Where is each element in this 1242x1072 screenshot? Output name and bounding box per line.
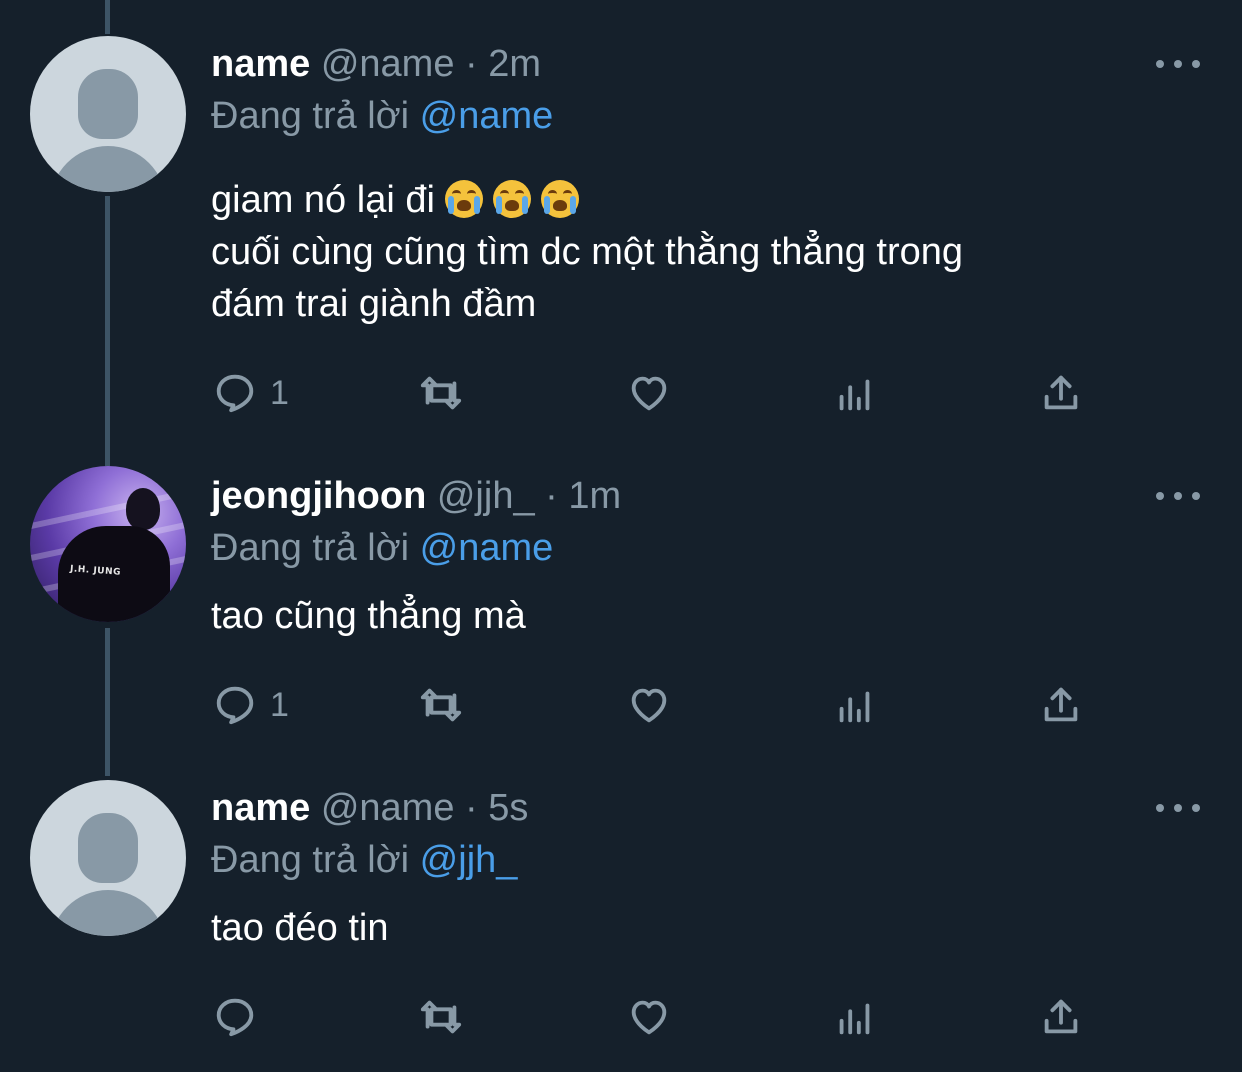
- tweet[interactable]: J.H. JUNG jeongjihoon @jjh_ · 1m Đang tr…: [0, 466, 1242, 766]
- reply-button[interactable]: 1: [212, 680, 289, 730]
- reply-count: 1: [270, 685, 289, 724]
- tweet[interactable]: name @name · 5s Đang trả lời @jjh_ tao đ…: [0, 780, 1242, 1072]
- share-button[interactable]: [1038, 992, 1084, 1042]
- separator-dot: ·: [465, 43, 478, 85]
- share-icon: [1044, 999, 1078, 1034]
- loudly-crying-face-icon: [444, 180, 483, 218]
- avatar-photo-figure: [126, 488, 160, 530]
- reply-button[interactable]: 1: [212, 368, 289, 418]
- tweet-text-line: giam nó lại đi: [211, 174, 1191, 226]
- like-button[interactable]: [626, 368, 672, 418]
- tweet-text-line: đám trai giành đầm: [211, 283, 537, 325]
- timestamp[interactable]: 2m: [488, 43, 541, 85]
- share-icon: [1044, 375, 1078, 410]
- display-name[interactable]: name: [211, 43, 310, 85]
- share-button[interactable]: [1038, 680, 1084, 730]
- reply-icon: [216, 374, 254, 413]
- tweet-text: giam nó lại đi cuối cùng cũng tìm dc một…: [211, 174, 1191, 330]
- tweet-text-line: tao đéo tin: [211, 907, 389, 949]
- tweet-actions: [212, 992, 1092, 1042]
- mention-link[interactable]: @name: [420, 95, 554, 137]
- mention-link[interactable]: @name: [420, 527, 554, 569]
- replying-to: Đang trả lời @name: [211, 526, 553, 570]
- more-options-icon[interactable]: [1156, 486, 1200, 506]
- analytics-icon: [839, 1003, 870, 1035]
- retweet-button[interactable]: [418, 992, 464, 1042]
- like-button[interactable]: [626, 992, 672, 1042]
- tweet-header: name @name · 5s: [211, 786, 528, 830]
- mention-link[interactable]: @jjh_: [420, 839, 518, 881]
- analytics-button[interactable]: [832, 992, 878, 1042]
- reply-icon: [216, 998, 254, 1037]
- loudly-crying-face-icon: [492, 180, 531, 218]
- display-name[interactable]: jeongjihoon: [211, 475, 426, 517]
- avatar[interactable]: J.H. JUNG: [30, 466, 186, 622]
- tweet-text-line: tao cũng thẳng mà: [211, 595, 526, 637]
- avatar[interactable]: [30, 36, 186, 192]
- timestamp[interactable]: 5s: [488, 787, 528, 829]
- replying-to: Đang trả lời @name: [211, 94, 553, 138]
- replying-label: Đang trả lời: [211, 839, 410, 881]
- tweet-header: name @name · 2m: [211, 42, 541, 86]
- retweet-button[interactable]: [418, 680, 464, 730]
- analytics-button[interactable]: [832, 680, 878, 730]
- tweet-actions: 1: [212, 368, 1092, 418]
- more-options-icon[interactable]: [1156, 54, 1200, 74]
- user-handle[interactable]: @jjh_: [437, 475, 535, 517]
- analytics-button[interactable]: [832, 368, 878, 418]
- tweet-actions: 1: [212, 680, 1092, 730]
- more-options-icon[interactable]: [1156, 798, 1200, 818]
- conversation-thread: name @name · 2m Đang trả lời @name giam …: [0, 0, 1242, 1072]
- avatar[interactable]: [30, 780, 186, 936]
- tweet[interactable]: name @name · 2m Đang trả lời @name giam …: [0, 0, 1242, 432]
- separator-dot: ·: [545, 475, 558, 517]
- like-icon: [631, 688, 667, 723]
- retweet-icon: [420, 376, 462, 410]
- analytics-icon: [839, 691, 870, 723]
- analytics-icon: [839, 379, 870, 411]
- timestamp[interactable]: 1m: [568, 475, 621, 517]
- reply-icon: [216, 686, 254, 725]
- replying-to: Đang trả lời @jjh_: [211, 838, 517, 882]
- reply-button[interactable]: [212, 992, 270, 1042]
- default-avatar-head: [78, 813, 138, 883]
- like-icon: [631, 1000, 667, 1035]
- share-icon: [1044, 687, 1078, 722]
- tweet-header: jeongjihoon @jjh_ · 1m: [211, 474, 621, 518]
- retweet-icon: [420, 1000, 462, 1034]
- user-handle[interactable]: @name: [321, 43, 455, 85]
- loudly-crying-face-icon: [540, 180, 579, 218]
- retweet-icon: [420, 688, 462, 722]
- default-avatar-head: [78, 69, 138, 139]
- default-avatar-body: [50, 146, 166, 192]
- display-name[interactable]: name: [211, 787, 310, 829]
- like-icon: [631, 376, 667, 411]
- tweet-text: tao cũng thẳng mà: [211, 590, 1191, 642]
- replying-label: Đang trả lời: [211, 95, 410, 137]
- retweet-button[interactable]: [418, 368, 464, 418]
- tweet-text-line: cuối cùng cũng tìm dc một thằng thẳng tr…: [211, 231, 964, 273]
- default-avatar-body: [50, 890, 166, 936]
- user-handle[interactable]: @name: [321, 787, 455, 829]
- reply-count: 1: [270, 373, 289, 412]
- like-button[interactable]: [626, 680, 672, 730]
- separator-dot: ·: [465, 787, 478, 829]
- tweet-text: tao đéo tin: [211, 902, 1191, 954]
- share-button[interactable]: [1038, 368, 1084, 418]
- replying-label: Đang trả lời: [211, 527, 410, 569]
